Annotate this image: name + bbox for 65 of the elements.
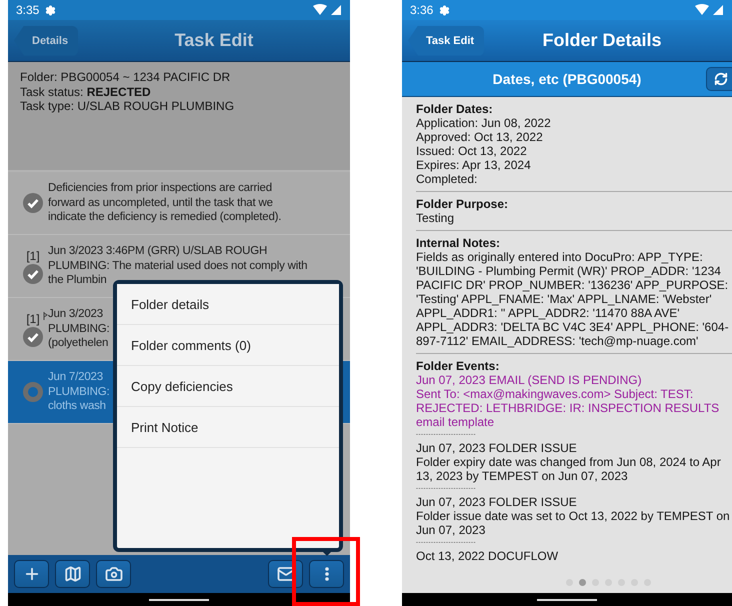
signal-icon	[694, 4, 724, 16]
map-button[interactable]	[55, 560, 90, 588]
detail-text: Completed:	[416, 172, 478, 186]
screen-title: Folder Details	[542, 30, 662, 51]
deficiency-text: the Plumbin	[48, 273, 107, 288]
gear-icon	[45, 4, 56, 16]
event-text: Sent To: <max@makingwaves.com> Subject: TEST: REJECTED: LETHBRIDGE: IR: INSPECTION RESULTS email template	[416, 387, 720, 429]
home-indicator[interactable]	[149, 598, 209, 600]
detail-text: Issued: Oct 13, 2022	[416, 144, 527, 158]
deficiency-text: cloths wash	[48, 399, 106, 414]
section-heading: Folder Purpose:	[416, 197, 508, 211]
deficiency-text: Jun 7/2023	[48, 370, 103, 385]
section-heading: Folder Dates:	[416, 102, 493, 116]
detail-text: Application: Jun 08, 2022	[416, 116, 551, 130]
deficiency-marker: [1]	[26, 248, 40, 262]
home-indicator[interactable]	[537, 598, 597, 600]
more-button[interactable]	[309, 560, 344, 588]
info-line: Task status: REJECTED	[20, 84, 152, 99]
deficiency-text: indicate the deficiency is remedied (completed).	[48, 210, 282, 225]
deficiency-text: (polyethelen	[48, 336, 108, 351]
detail-text: Testing	[416, 211, 454, 225]
status-time: 3:35	[16, 3, 40, 17]
check-circle-icon[interactable]	[23, 326, 43, 346]
page-dot[interactable]	[579, 579, 586, 586]
check-circle-icon[interactable]	[23, 193, 43, 213]
deficiency-text: Deficiencies from prior inspections are carried	[48, 181, 272, 196]
info-line: Task type: U/SLAB ROUGH PLUMBING	[20, 99, 236, 114]
deficiency-text: PLUMBING:	[48, 322, 110, 336]
section-title: Dates, etc (PBG00054)	[492, 71, 642, 87]
back-button[interactable]: Task Edit	[408, 26, 484, 56]
camera-button[interactable]	[96, 560, 131, 588]
section-heading: Folder Events:	[416, 359, 500, 373]
map-icon	[64, 565, 82, 583]
section-heading: Internal Notes:	[416, 236, 500, 250]
event-text: Folder expiry date was changed from Jun 08, 2024 to Apr 13, 2023 by TEMPEST on Jun 07, 2023	[416, 455, 722, 483]
detail-text: Approved: Oct 13, 2022	[416, 130, 543, 144]
check-circle-icon[interactable]	[23, 264, 43, 284]
add-button[interactable]	[14, 560, 49, 588]
event-title: Jun 07, 2023 FOLDER ISSUE	[416, 441, 577, 455]
status-time: 3:36	[410, 3, 434, 17]
back-button[interactable]: Details	[14, 26, 78, 56]
deficiency-row[interactable]: Deficiencies from prior inspections are carried forward as uncompleted, until the task that we indicate the deficiency is remedied (completed).	[8, 172, 350, 235]
deficiency-text: forward as uncompleted, until the task that we	[48, 196, 273, 210]
signal-icon	[312, 4, 342, 16]
deficiency-text: PLUMBING: The material used does not comply with	[48, 258, 308, 274]
more-icon	[324, 567, 328, 581]
highlight-frame	[292, 537, 360, 606]
deficiency-text: Jun 3/2023	[48, 307, 103, 322]
info-line: Folder: PBG00054 ~ 1234 PACIFIC DR	[20, 70, 232, 84]
deficiency-text: Jun 3/2023 3:46PM (GRR) U/SLAB ROUGH	[48, 244, 268, 259]
detail-text: Fields as originally entered into DocuPro: APP_TYPE: 'BUILDING - Plumbing Permit (WR)' PROP_ADDR: '1234 PACIFIC DR' PROP_NUMBER: '136236' APP_PURPOSE: 'Testing' APPL_FNAME: 'Max' APPL_LNAME: 'Webster' APPL_ADDR1: '' APPL_ADDR2: '11470 88A AVE' APPL_ADDR3: 'DELTA BC V4C 3E4' APPL_PHONE: '604-897-7112' EMAIL_ADDRESS: 'tech@mp-nuage.com'	[416, 250, 730, 348]
deficiency-marker: [1]	[26, 312, 40, 326]
menu-item[interactable]: Folder details	[117, 284, 339, 325]
detail-text: Expires: Apr 13, 2024	[416, 158, 531, 172]
event-title: Oct 13, 2022 DOCUFLOW	[416, 549, 558, 563]
event-text: Folder issue date was set to Oct 13, 2022 by TEMPEST on Jun 07, 2023	[416, 509, 730, 537]
refresh-icon	[714, 72, 728, 86]
event-title: Jun 07, 2023 EMAIL (SEND IS PENDING)	[416, 373, 642, 387]
refresh-button[interactable]	[706, 67, 732, 91]
deficiency-text: PLUMBING:	[48, 384, 110, 400]
camera-icon	[104, 565, 122, 583]
mail-icon	[276, 565, 294, 583]
screen-title: Task Edit	[174, 30, 254, 51]
event-title: Jun 07, 2023 FOLDER ISSUE	[416, 495, 577, 509]
gear-icon	[439, 4, 450, 16]
